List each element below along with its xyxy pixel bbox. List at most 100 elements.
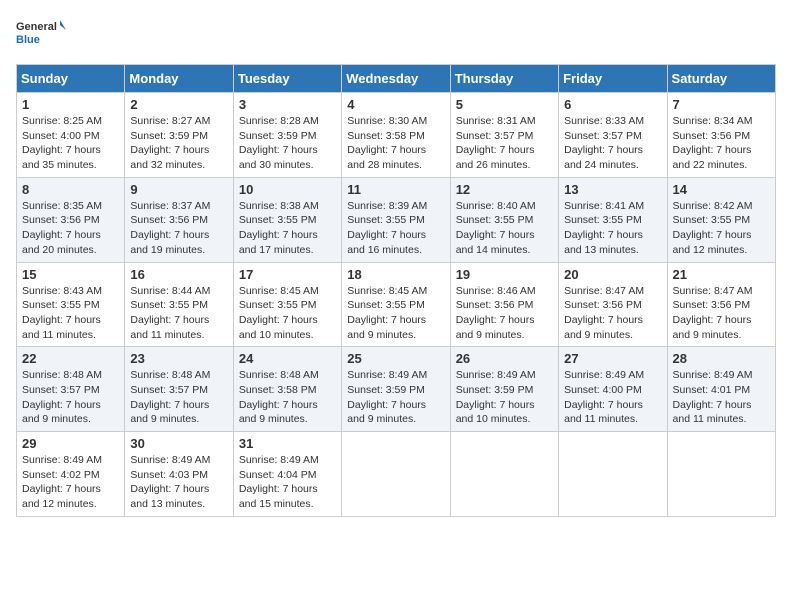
day-info: Sunrise: 8:27 AMSunset: 3:59 PMDaylight:…	[130, 115, 210, 171]
calendar-cell: 4 Sunrise: 8:30 AMSunset: 3:58 PMDayligh…	[342, 93, 450, 178]
day-info: Sunrise: 8:45 AMSunset: 3:55 PMDaylight:…	[347, 285, 427, 341]
day-number: 18	[347, 267, 444, 282]
calendar-header-friday: Friday	[559, 65, 667, 93]
calendar-cell: 11 Sunrise: 8:39 AMSunset: 3:55 PMDaylig…	[342, 177, 450, 262]
day-number: 5	[456, 97, 553, 112]
day-number: 13	[564, 182, 661, 197]
calendar-cell: 8 Sunrise: 8:35 AMSunset: 3:56 PMDayligh…	[17, 177, 125, 262]
day-info: Sunrise: 8:34 AMSunset: 3:56 PMDaylight:…	[673, 115, 753, 171]
calendar-cell	[667, 432, 775, 517]
calendar-header-sunday: Sunday	[17, 65, 125, 93]
day-info: Sunrise: 8:49 AMSunset: 4:01 PMDaylight:…	[673, 369, 753, 425]
day-number: 27	[564, 351, 661, 366]
calendar-cell: 30 Sunrise: 8:49 AMSunset: 4:03 PMDaylig…	[125, 432, 233, 517]
day-info: Sunrise: 8:33 AMSunset: 3:57 PMDaylight:…	[564, 115, 644, 171]
calendar-cell: 13 Sunrise: 8:41 AMSunset: 3:55 PMDaylig…	[559, 177, 667, 262]
header: General Blue	[16, 16, 776, 54]
day-number: 25	[347, 351, 444, 366]
calendar-header-saturday: Saturday	[667, 65, 775, 93]
day-number: 3	[239, 97, 336, 112]
day-number: 24	[239, 351, 336, 366]
calendar-cell: 19 Sunrise: 8:46 AMSunset: 3:56 PMDaylig…	[450, 262, 558, 347]
day-info: Sunrise: 8:43 AMSunset: 3:55 PMDaylight:…	[22, 285, 102, 341]
day-info: Sunrise: 8:30 AMSunset: 3:58 PMDaylight:…	[347, 115, 427, 171]
calendar-cell: 9 Sunrise: 8:37 AMSunset: 3:56 PMDayligh…	[125, 177, 233, 262]
calendar-cell: 25 Sunrise: 8:49 AMSunset: 3:59 PMDaylig…	[342, 347, 450, 432]
day-info: Sunrise: 8:45 AMSunset: 3:55 PMDaylight:…	[239, 285, 319, 341]
calendar-table: SundayMondayTuesdayWednesdayThursdayFrid…	[16, 64, 776, 517]
day-info: Sunrise: 8:25 AMSunset: 4:00 PMDaylight:…	[22, 115, 102, 171]
svg-text:Blue: Blue	[16, 34, 40, 46]
calendar-cell: 22 Sunrise: 8:48 AMSunset: 3:57 PMDaylig…	[17, 347, 125, 432]
day-number: 21	[673, 267, 770, 282]
calendar-week-row: 15 Sunrise: 8:43 AMSunset: 3:55 PMDaylig…	[17, 262, 776, 347]
day-info: Sunrise: 8:37 AMSunset: 3:56 PMDaylight:…	[130, 200, 210, 256]
day-number: 10	[239, 182, 336, 197]
calendar-cell: 16 Sunrise: 8:44 AMSunset: 3:55 PMDaylig…	[125, 262, 233, 347]
calendar-header-tuesday: Tuesday	[233, 65, 341, 93]
calendar-cell	[559, 432, 667, 517]
day-info: Sunrise: 8:42 AMSunset: 3:55 PMDaylight:…	[673, 200, 753, 256]
day-info: Sunrise: 8:48 AMSunset: 3:57 PMDaylight:…	[130, 369, 210, 425]
calendar-cell	[342, 432, 450, 517]
calendar-week-row: 8 Sunrise: 8:35 AMSunset: 3:56 PMDayligh…	[17, 177, 776, 262]
day-info: Sunrise: 8:48 AMSunset: 3:57 PMDaylight:…	[22, 369, 102, 425]
day-number: 19	[456, 267, 553, 282]
day-info: Sunrise: 8:49 AMSunset: 3:59 PMDaylight:…	[347, 369, 427, 425]
day-info: Sunrise: 8:31 AMSunset: 3:57 PMDaylight:…	[456, 115, 536, 171]
calendar-week-row: 1 Sunrise: 8:25 AMSunset: 4:00 PMDayligh…	[17, 93, 776, 178]
day-number: 31	[239, 436, 336, 451]
calendar-cell: 3 Sunrise: 8:28 AMSunset: 3:59 PMDayligh…	[233, 93, 341, 178]
calendar-cell: 21 Sunrise: 8:47 AMSunset: 3:56 PMDaylig…	[667, 262, 775, 347]
calendar-header-monday: Monday	[125, 65, 233, 93]
day-info: Sunrise: 8:41 AMSunset: 3:55 PMDaylight:…	[564, 200, 644, 256]
day-number: 12	[456, 182, 553, 197]
day-info: Sunrise: 8:49 AMSunset: 4:00 PMDaylight:…	[564, 369, 644, 425]
calendar-cell: 31 Sunrise: 8:49 AMSunset: 4:04 PMDaylig…	[233, 432, 341, 517]
day-number: 22	[22, 351, 119, 366]
day-info: Sunrise: 8:40 AMSunset: 3:55 PMDaylight:…	[456, 200, 536, 256]
calendar-cell	[450, 432, 558, 517]
day-number: 11	[347, 182, 444, 197]
calendar-cell: 17 Sunrise: 8:45 AMSunset: 3:55 PMDaylig…	[233, 262, 341, 347]
day-number: 29	[22, 436, 119, 451]
calendar-cell: 27 Sunrise: 8:49 AMSunset: 4:00 PMDaylig…	[559, 347, 667, 432]
svg-text:General: General	[16, 21, 57, 33]
calendar-cell: 15 Sunrise: 8:43 AMSunset: 3:55 PMDaylig…	[17, 262, 125, 347]
day-info: Sunrise: 8:49 AMSunset: 3:59 PMDaylight:…	[456, 369, 536, 425]
calendar-header-wednesday: Wednesday	[342, 65, 450, 93]
calendar-cell: 23 Sunrise: 8:48 AMSunset: 3:57 PMDaylig…	[125, 347, 233, 432]
calendar-cell: 18 Sunrise: 8:45 AMSunset: 3:55 PMDaylig…	[342, 262, 450, 347]
calendar-week-row: 22 Sunrise: 8:48 AMSunset: 3:57 PMDaylig…	[17, 347, 776, 432]
day-number: 28	[673, 351, 770, 366]
day-number: 4	[347, 97, 444, 112]
day-info: Sunrise: 8:38 AMSunset: 3:55 PMDaylight:…	[239, 200, 319, 256]
day-number: 8	[22, 182, 119, 197]
day-number: 6	[564, 97, 661, 112]
calendar-cell: 10 Sunrise: 8:38 AMSunset: 3:55 PMDaylig…	[233, 177, 341, 262]
calendar-cell: 26 Sunrise: 8:49 AMSunset: 3:59 PMDaylig…	[450, 347, 558, 432]
calendar-cell: 7 Sunrise: 8:34 AMSunset: 3:56 PMDayligh…	[667, 93, 775, 178]
day-info: Sunrise: 8:44 AMSunset: 3:55 PMDaylight:…	[130, 285, 210, 341]
day-info: Sunrise: 8:46 AMSunset: 3:56 PMDaylight:…	[456, 285, 536, 341]
day-info: Sunrise: 8:49 AMSunset: 4:02 PMDaylight:…	[22, 454, 102, 510]
calendar-cell: 28 Sunrise: 8:49 AMSunset: 4:01 PMDaylig…	[667, 347, 775, 432]
day-info: Sunrise: 8:47 AMSunset: 3:56 PMDaylight:…	[673, 285, 753, 341]
calendar-week-row: 29 Sunrise: 8:49 AMSunset: 4:02 PMDaylig…	[17, 432, 776, 517]
day-info: Sunrise: 8:49 AMSunset: 4:04 PMDaylight:…	[239, 454, 319, 510]
day-info: Sunrise: 8:35 AMSunset: 3:56 PMDaylight:…	[22, 200, 102, 256]
calendar-header-row: SundayMondayTuesdayWednesdayThursdayFrid…	[17, 65, 776, 93]
day-number: 23	[130, 351, 227, 366]
day-number: 15	[22, 267, 119, 282]
logo-svg: General Blue	[16, 16, 66, 54]
calendar-cell: 24 Sunrise: 8:48 AMSunset: 3:58 PMDaylig…	[233, 347, 341, 432]
calendar-cell: 6 Sunrise: 8:33 AMSunset: 3:57 PMDayligh…	[559, 93, 667, 178]
day-number: 20	[564, 267, 661, 282]
calendar-cell: 2 Sunrise: 8:27 AMSunset: 3:59 PMDayligh…	[125, 93, 233, 178]
calendar-body: 1 Sunrise: 8:25 AMSunset: 4:00 PMDayligh…	[17, 93, 776, 517]
day-info: Sunrise: 8:47 AMSunset: 3:56 PMDaylight:…	[564, 285, 644, 341]
calendar-cell: 20 Sunrise: 8:47 AMSunset: 3:56 PMDaylig…	[559, 262, 667, 347]
day-number: 7	[673, 97, 770, 112]
day-number: 9	[130, 182, 227, 197]
calendar-cell: 14 Sunrise: 8:42 AMSunset: 3:55 PMDaylig…	[667, 177, 775, 262]
